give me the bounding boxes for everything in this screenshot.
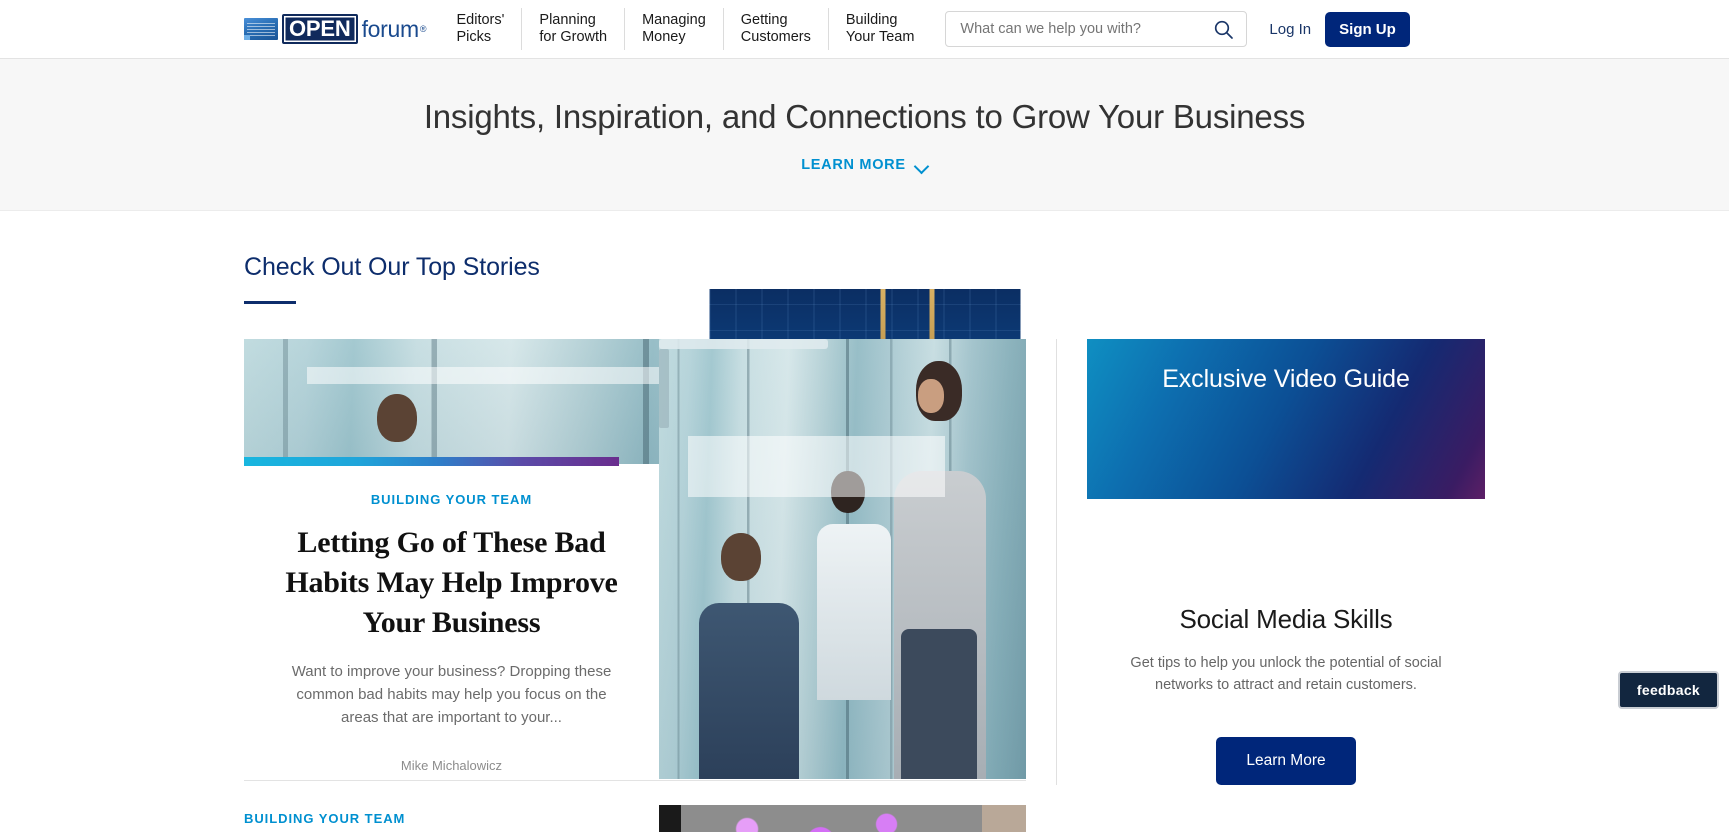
logo-registered-mark: ® xyxy=(419,24,427,34)
page-title: Check Out Our Top Stories xyxy=(244,253,540,281)
nav-item-planning-for-growth[interactable]: Planning for Growth xyxy=(521,8,624,50)
story-2-text: BUILDING YOUR TEAM xyxy=(244,811,659,826)
site-header: OPEN forum ® Editors' Picks Planning for… xyxy=(0,0,1729,59)
nav-item-managing-money[interactable]: Managing Money xyxy=(624,8,723,50)
logo-open-text: OPEN xyxy=(282,14,358,44)
feature-author[interactable]: Mike Michalowicz xyxy=(244,758,659,773)
logo-forum-text: forum xyxy=(361,16,420,42)
photo-figure-seated-man-body xyxy=(699,603,800,779)
photo-figure-woman-face-2 xyxy=(918,378,945,413)
search-submit-button[interactable] xyxy=(1209,19,1238,40)
feature-category-label[interactable]: BUILDING YOUR TEAM xyxy=(244,492,659,507)
column-divider xyxy=(1056,339,1057,785)
feedback-button[interactable]: feedback xyxy=(1617,671,1719,709)
story-2-category-label[interactable]: BUILDING YOUR TEAM xyxy=(244,811,639,826)
sign-up-button[interactable]: Sign Up xyxy=(1325,11,1410,47)
feature-headline[interactable]: Letting Go of These Bad Habits May Help … xyxy=(244,523,659,643)
log-in-link[interactable]: Log In xyxy=(1269,21,1311,38)
header-inner: OPEN forum ® Editors' Picks Planning for… xyxy=(0,8,1729,50)
photo-figure-man-head xyxy=(376,394,417,442)
photo-figure-standing-woman-shirt xyxy=(816,523,891,700)
photo-figure-table xyxy=(659,339,828,349)
feature-accent-gradient-bar xyxy=(244,457,619,466)
primary-nav: Editors' Picks Planning for Growth Manag… xyxy=(443,8,932,50)
search-icon xyxy=(1215,20,1234,39)
sidebar-column: Exclusive Video Guide BUSINESS YOUR BUSI… xyxy=(709,289,1485,785)
story-card-2[interactable]: BUILDING YOUR TEAM xyxy=(244,805,1026,832)
video-learn-more-button[interactable]: Learn More xyxy=(1216,737,1356,785)
search-input[interactable] xyxy=(960,21,1210,37)
video-card-title[interactable]: Social Media Skills xyxy=(1087,604,1485,635)
main-content: Check Out Our Top Stories BUILDING YOUR … xyxy=(0,211,1729,832)
hero-banner: Insights, Inspiration, and Connections t… xyxy=(0,59,1729,211)
photo-figure-seated-man-head xyxy=(721,532,762,581)
feature-photo-main-image xyxy=(659,339,1026,779)
feature-photo-main[interactable] xyxy=(659,339,1026,779)
hero-title: Insights, Inspiration, and Connections t… xyxy=(423,98,1306,135)
nav-item-getting-customers[interactable]: Getting Customers xyxy=(722,8,828,50)
section-title-underline xyxy=(244,301,296,304)
exclusive-video-guide-card: Exclusive Video Guide BUSINESS YOUR BUSI… xyxy=(709,289,1485,785)
photo-figure-standing-woman-head xyxy=(831,471,866,513)
open-forum-logo[interactable]: OPEN forum ® xyxy=(244,14,427,44)
feature-article-body: BUILDING YOUR TEAM Letting Go of These B… xyxy=(244,466,659,773)
photo-figure-stool xyxy=(659,349,669,429)
search-box[interactable] xyxy=(945,11,1248,47)
feature-description: Want to improve your business? Dropping … xyxy=(291,663,612,726)
hero-learn-more-label: LEARN MORE xyxy=(801,157,906,173)
nav-item-editors-picks[interactable]: Editors' Picks xyxy=(443,8,522,50)
video-card-banner: Exclusive Video Guide xyxy=(1087,339,1485,499)
video-card-description: Get tips to help you unlock the potentia… xyxy=(1130,655,1442,693)
american-express-icon xyxy=(244,18,278,40)
story-2-photo-image xyxy=(659,805,1026,832)
story-divider xyxy=(244,780,1026,781)
photo-figure-woman-legs xyxy=(901,629,978,779)
feature-photo-main-figures xyxy=(659,339,1026,779)
video-card-cta-wrap: Learn More xyxy=(1087,737,1485,785)
story-2-photo[interactable] xyxy=(659,805,1026,832)
nav-item-building-your-team[interactable]: Building Your Team xyxy=(827,8,932,50)
content-grid: BUILDING YOUR TEAM Letting Go of These B… xyxy=(244,289,1485,832)
chevron-down-icon xyxy=(915,161,928,169)
video-card-banner-title: Exclusive Video Guide xyxy=(1162,365,1410,393)
hero-learn-more-link[interactable]: LEARN MORE xyxy=(801,157,927,173)
feature-article-card[interactable]: BUILDING YOUR TEAM Letting Go of These B… xyxy=(244,339,1026,781)
stories-column: BUILDING YOUR TEAM Letting Go of These B… xyxy=(244,339,1026,832)
